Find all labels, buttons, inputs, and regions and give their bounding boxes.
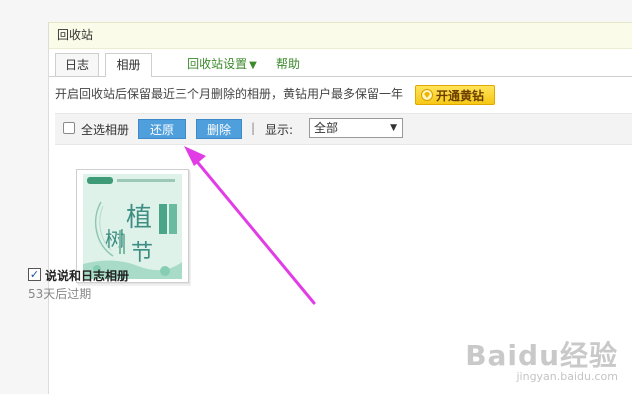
album-expire: 53天后过期 bbox=[28, 287, 92, 301]
retention-notice: 开启回收站后保留最近三个月删除的相册，黄钻用户最多保留一年 bbox=[55, 87, 404, 101]
tab-album[interactable]: 相册 bbox=[105, 53, 152, 77]
filter-select-value: 全部 bbox=[314, 121, 339, 135]
svg-text:树: 树 bbox=[105, 227, 125, 251]
caret-down-icon: ▼ bbox=[249, 60, 257, 71]
restore-button[interactable]: 还原 bbox=[138, 119, 186, 139]
select-arrow-icon: ▼ bbox=[390, 123, 397, 133]
tab-bar: 日志 相册 回收站设置 ▼ 帮助 bbox=[49, 49, 632, 77]
toolbar-separator: | bbox=[251, 121, 256, 135]
select-all-label[interactable]: 全选相册 bbox=[81, 121, 129, 138]
filter-select[interactable]: 全部 ▼ bbox=[309, 118, 403, 138]
diamond-icon bbox=[421, 89, 433, 101]
svg-text:植: 植 bbox=[126, 203, 152, 233]
baidu-watermark: Baidu经验 jingyan.baidu.com bbox=[465, 334, 618, 383]
action-toolbar: 全选相册 还原 删除 | 显示: 全部 ▼ bbox=[55, 113, 632, 145]
tab-diary[interactable]: 日志 bbox=[55, 53, 99, 76]
panel-title: 回收站 bbox=[49, 23, 632, 49]
album-name[interactable]: 说说和日志相册 bbox=[45, 267, 129, 284]
tab-help[interactable]: 帮助 bbox=[271, 53, 305, 75]
open-vip-label: 开通黄钻 bbox=[436, 89, 485, 103]
tab-recycle-settings[interactable]: 回收站设置 ▼ bbox=[167, 53, 277, 75]
album-checkbox[interactable]: ✓ bbox=[28, 268, 41, 281]
watermark-brand: Baidu经验 bbox=[465, 339, 618, 372]
open-vip-button[interactable]: 开通黄钻 bbox=[415, 85, 495, 105]
select-all-checkbox[interactable] bbox=[63, 122, 75, 134]
svg-text:节: 节 bbox=[131, 241, 153, 266]
arbor-day-poster-image: 植 树 节 bbox=[83, 174, 182, 279]
album-card[interactable]: 植 树 节 bbox=[76, 169, 189, 283]
delete-button[interactable]: 删除 bbox=[196, 119, 242, 139]
filter-label: 显示: bbox=[265, 123, 294, 137]
album-thumbnail[interactable]: 植 树 节 bbox=[83, 174, 182, 279]
tab-recycle-settings-label: 回收站设置 bbox=[187, 57, 248, 71]
